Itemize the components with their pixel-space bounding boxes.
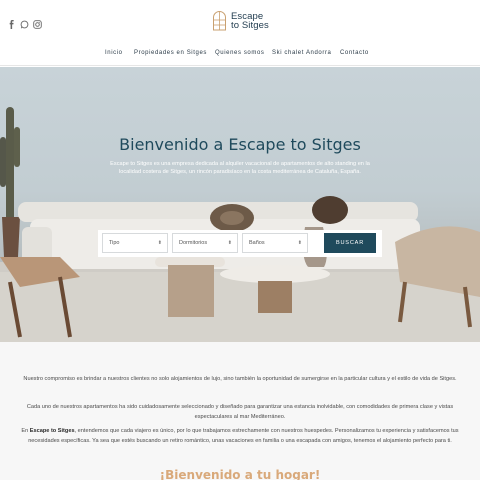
bathrooms-select[interactable]: Baños ⬍ — [242, 233, 308, 253]
logo-door-icon — [213, 11, 226, 31]
type-select[interactable]: Tipo ⬍ — [102, 233, 168, 253]
logo-line-2: to Sitges — [231, 19, 269, 31]
p3-prefix: En — [21, 428, 30, 434]
nav-item-contacto[interactable]: Contacto — [340, 50, 369, 56]
social-links — [7, 16, 42, 29]
nav-item-ski-chalet[interactable]: Ski chalet Andorra — [272, 50, 332, 56]
chevron-updown-icon: ⬍ — [297, 240, 302, 246]
hero-background-image — [0, 107, 480, 342]
chevron-updown-icon: ⬍ — [227, 240, 232, 246]
search-button[interactable]: BUSCAR — [324, 233, 376, 253]
welcome-heading: ¡Bienvenido a tu hogar! — [159, 468, 321, 480]
hero-description: Escape to Sitges es una empresa dedicada… — [110, 161, 370, 176]
intro-section: Nuestro compromiso es brindar a nuestros… — [0, 342, 480, 480]
property-search-form: Tipo ⬍ Dormitorios ⬍ Baños ⬍ BUSCAR — [98, 230, 382, 257]
site-header: Escape to Sitges Inicio Propiedades en S… — [0, 0, 480, 66]
intro-paragraph-2: Cada uno de nuestros apartamentos ha sid… — [26, 404, 454, 420]
p3-brand: Escape to Sitges — [29, 428, 75, 434]
intro-paragraph-1: Nuestro compromiso es brindar a nuestros… — [23, 376, 457, 382]
facebook-icon[interactable] — [7, 16, 16, 29]
bathrooms-select-label: Baños — [249, 240, 265, 246]
nav-item-inicio[interactable]: Inicio — [105, 50, 123, 56]
p3-rest: , entendemos que cada viajero es único, … — [28, 428, 459, 444]
hero-section: Bienvenido a Escape to Sitges Escape to … — [0, 67, 480, 342]
logo-text: Escape to Sitges — [231, 11, 269, 31]
chevron-updown-icon: ⬍ — [157, 240, 162, 246]
site-logo[interactable]: Escape to Sitges — [212, 10, 269, 31]
intro-paragraph-3: En Escape to Sitges, entendemos que cada… — [14, 427, 466, 446]
bedrooms-select[interactable]: Dormitorios ⬍ — [172, 233, 238, 253]
nav-item-propiedades[interactable]: Propiedades en Sitges — [134, 50, 207, 56]
hero-title: Bienvenido a Escape to Sitges — [119, 135, 361, 154]
instagram-icon[interactable] — [33, 16, 42, 29]
bedrooms-select-label: Dormitorios — [179, 240, 208, 246]
nav-item-quienes-somos[interactable]: Quienes somos — [215, 50, 265, 56]
type-select-label: Tipo — [109, 240, 120, 246]
whatsapp-icon[interactable] — [20, 16, 29, 29]
